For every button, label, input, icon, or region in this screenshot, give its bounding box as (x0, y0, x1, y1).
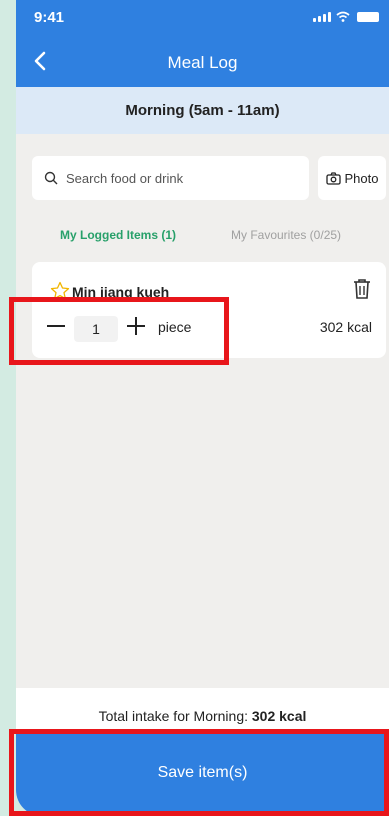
item-calories: 302 kcal (319, 319, 372, 335)
quantity-highlight-box (9, 297, 229, 365)
trash-icon[interactable] (352, 278, 372, 300)
meal-period-label: Morning (5am - 11am) (16, 87, 389, 134)
app-header: 9:41 Meal Log (16, 0, 389, 87)
tab-favourites[interactable]: My Favourites (0/25) (231, 228, 341, 242)
signal-icon (313, 12, 331, 22)
page-title: Meal Log (167, 53, 238, 72)
camera-icon (325, 171, 341, 185)
photo-button[interactable]: Photo (318, 156, 386, 200)
status-time: 9:41 (34, 9, 65, 26)
total-intake-value: 302 kcal (251, 708, 307, 724)
search-icon (44, 171, 58, 185)
search-box[interactable] (32, 156, 309, 200)
battery-icon (357, 12, 379, 22)
search-input[interactable] (66, 170, 286, 186)
phone-screen: 9:41 Meal Log Morning (5am - 11am) Searc… (16, 0, 389, 816)
item-tabs: My Logged Items (1) My Favourites (0/25) (16, 228, 389, 248)
status-icons (313, 11, 379, 22)
wifi-icon (336, 11, 350, 22)
photo-button-label: Photo (344, 170, 379, 186)
total-intake-label: Total intake for Morning: (98, 708, 248, 724)
total-intake: Total intake for Morning: 302 kcal (16, 708, 389, 724)
save-highlight-box (9, 729, 389, 816)
tab-logged-items[interactable]: My Logged Items (1) (60, 228, 176, 242)
status-bar: 9:41 (16, 0, 389, 36)
